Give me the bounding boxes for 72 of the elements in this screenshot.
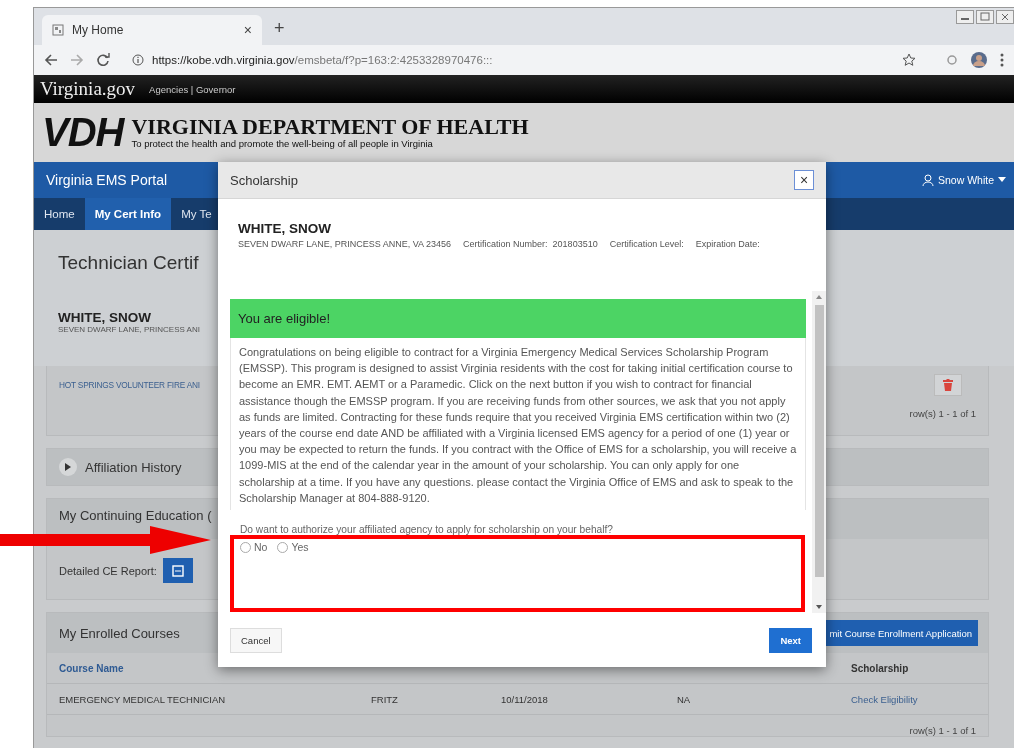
scroll-up-icon [816, 295, 822, 299]
forward-icon[interactable] [70, 53, 84, 67]
column-header[interactable]: Course Name [59, 662, 371, 674]
page-icon [52, 24, 64, 36]
nav-tab[interactable]: Home [34, 198, 85, 230]
cancel-button[interactable]: Cancel [230, 627, 282, 653]
close-icon[interactable] [996, 10, 1014, 24]
detail-text: Certification Number: 201803510 [463, 239, 598, 249]
person-name: WHITE, SNOW [238, 221, 332, 236]
site-logo[interactable]: Virginia.gov [40, 78, 136, 100]
user-icon [921, 174, 934, 186]
question-text: Do want to authorize your affiliated agency to apply for scholarship on your behalf? [240, 524, 614, 536]
new-tab-button[interactable]: + [274, 18, 285, 39]
avatar-icon[interactable] [970, 51, 988, 69]
agency-link[interactable]: HOT SPRINGS VOLUNTEER FIRE ANI [59, 380, 200, 390]
tab-title: My Home [72, 23, 125, 37]
person-address: SEVEN DWARF LANE, PRINCESS ANI [58, 325, 200, 334]
menu-icon[interactable] [1000, 53, 1004, 67]
panel-title: Affiliation History [85, 459, 182, 475]
nav-tab[interactable]: My Cert Info [84, 198, 172, 230]
user-menu[interactable]: Snow White [921, 174, 1006, 186]
detail-text: SEVEN DWARF LANE, PRINCESS ANNE, VA 23456 [238, 239, 452, 249]
report-label: Detailed CE Report: [59, 564, 157, 577]
minimize-icon[interactable] [956, 10, 974, 24]
back-icon[interactable] [44, 53, 58, 67]
column-header[interactable]: Scholarship [851, 662, 988, 674]
radio-option[interactable]: Yes [277, 541, 309, 554]
page-title: Technician Certif [58, 252, 199, 274]
maximize-icon[interactable] [976, 10, 994, 24]
scrollbar[interactable] [812, 291, 826, 613]
table-cell-text: NA [677, 693, 692, 705]
dialog-title: Scholarship [230, 172, 298, 188]
document-icon [171, 564, 184, 577]
extension-icon[interactable] [946, 54, 958, 66]
radio-button[interactable] [240, 541, 251, 553]
site-links[interactable]: Agencies | Governor [149, 83, 236, 95]
report-button[interactable] [162, 558, 193, 583]
star-icon[interactable] [902, 53, 916, 67]
portal-title[interactable]: Virginia EMS Portal [46, 172, 168, 188]
eligibility-message: Congratulations on being eligible to contract for a Virginia Emergency Medical Services Scholarship Program (EMSSP). This program is designed to assist Virginia residents with the cost for taking initial certification course to become an EMR. EMT. AEMT or a Paramedic. Click on the next button if you wish to contract for financial assistance though the EMSSP program. If you are receiving funds from other sources, we ask that you not apply as funds are limited. Contracting for these funds require that you received Virginia EMS certification within two (2) years of the course end date AND be affiliated with a Virginia licensed EMS agency for a period of one (1) year or you may be expected to return the funds. If you contract with the Office of EMS for a scholarship, you will receive a 1099-MIS at the end of the calendar year in the amount of your scholarship. You can only apply for one scholarship at a time. If you have any questions. please contact the Virginia Office of EMS and ask to speak to the Scholarship Manager at 804-888-9120. [230, 338, 806, 511]
row-count: row(s) 1 - 1 of 1 [909, 725, 976, 736]
next-button[interactable]: Next [769, 627, 812, 653]
eligibility-banner: You are eligible! [230, 299, 806, 338]
close-button[interactable]: × [794, 170, 814, 190]
url-text: https://kobe.vdh.virginia.gov/emsbeta/f?p=163:2:4253328970476::: [152, 54, 494, 66]
person-name: WHITE, SNOW [58, 310, 151, 325]
panel-title: My Enrolled Courses [59, 625, 180, 641]
table-cell-text: EMERGENCY MEDICAL TECHNICIAN [59, 693, 227, 705]
table-cell-text: FRITZ [371, 693, 399, 705]
close-tab-button[interactable]: × [243, 22, 252, 38]
vdh-logo: VDH [42, 110, 124, 155]
nav-tab[interactable]: My Te [171, 198, 222, 230]
department-tagline: To protect the health and promote the well-being of all people in Virginia [131, 138, 434, 149]
eligibility-link[interactable]: Check Eligibility [851, 693, 988, 705]
expand-toggle[interactable] [59, 458, 77, 476]
info-icon [132, 54, 144, 66]
delete-button[interactable] [934, 374, 962, 396]
radio-button[interactable] [277, 541, 289, 553]
radio-option[interactable]: No [240, 541, 268, 554]
table-cell-text: 10/11/2018 [501, 693, 549, 705]
scroll-thumb[interactable] [814, 305, 824, 577]
row-count: row(s) 1 - 1 of 1 [909, 408, 976, 419]
detail-text: Certification Level: [609, 239, 684, 249]
panel-title: My Continuing Education ( [59, 508, 212, 523]
browser-tab[interactable]: My Home × [42, 15, 262, 45]
trash-icon [943, 379, 953, 391]
caret-icon [998, 177, 1006, 183]
scroll-down-icon [816, 605, 822, 609]
reload-icon[interactable] [96, 53, 110, 67]
caret-right-icon [65, 463, 71, 471]
detail-text: Expiration Date: [695, 239, 760, 249]
department-title: VIRGINIA DEPARTMENT OF HEALTH [131, 116, 529, 138]
